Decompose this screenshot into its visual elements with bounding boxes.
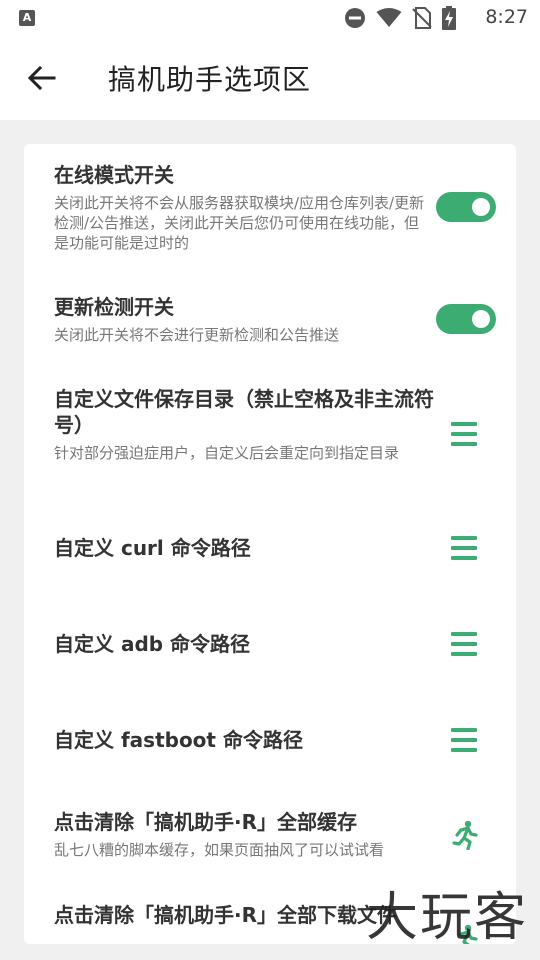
setting-subtitle: 关闭此开关将不会进行更新检测和公告推送 [54, 326, 340, 344]
menu-icon[interactable] [451, 728, 477, 752]
setting-title: 自定义 curl 命令路径 [54, 536, 251, 560]
setting-title: 在线模式开关 [54, 163, 174, 187]
menu-icon[interactable] [451, 422, 477, 446]
menu-icon[interactable] [451, 536, 477, 560]
watermark: 大玩客 [365, 888, 528, 948]
app-bar: 搞机助手选项区 [0, 36, 540, 120]
update-check-toggle[interactable] [436, 304, 496, 334]
setting-title: 点击清除「搞机助手·R」全部缓存 [54, 810, 357, 834]
clock: 8:27 [485, 6, 528, 28]
no-sim-icon [412, 7, 432, 29]
running-person-icon[interactable] [452, 820, 478, 850]
status-icons [344, 6, 456, 30]
toggle-knob [472, 310, 490, 328]
do-not-disturb-icon [345, 8, 365, 28]
setting-subtitle: 针对部分强迫症用户，自定义后会重定向到指定目录 [54, 444, 400, 462]
setting-title: 自定义文件保存目录（禁止空格及非主流符号） [54, 387, 434, 437]
setting-title: 自定义 adb 命令路径 [54, 632, 251, 656]
battery-charging-icon [442, 6, 456, 30]
online-mode-toggle[interactable] [436, 192, 496, 222]
toggle-knob [472, 198, 490, 216]
setting-subtitle: 乱七八糟的脚本缓存，如果页面抽风了可以试试看 [54, 841, 385, 859]
setting-subtitle: 关闭此开关将不会从服务器获取模块/应用仓库列表/更新检测/公告推送，关闭此开关后… [54, 194, 425, 252]
setting-title: 更新检测开关 [54, 295, 174, 319]
notification-app-icon: A [19, 10, 35, 26]
setting-title: 自定义 fastboot 命令路径 [54, 728, 303, 752]
settings-card: 在线模式开关 关闭此开关将不会从服务器获取模块/应用仓库列表/更新检测/公告推送… [24, 144, 516, 944]
menu-icon[interactable] [451, 632, 477, 656]
arrow-left-icon[interactable] [26, 64, 58, 92]
page-title: 搞机助手选项区 [108, 63, 312, 96]
status-bar: A 8:27 [0, 0, 540, 36]
wifi-icon [376, 8, 402, 27]
